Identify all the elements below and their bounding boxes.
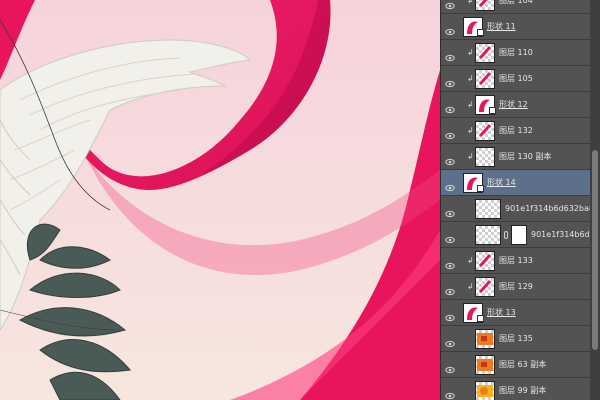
layer-thumbnail[interactable] xyxy=(475,199,501,219)
layer-thumbnail[interactable] xyxy=(475,43,495,63)
layer-name[interactable]: 图层 105 xyxy=(499,66,533,92)
document-canvas[interactable] xyxy=(0,0,440,400)
visibility-eye-icon[interactable] xyxy=(445,230,455,244)
visibility-eye-icon[interactable] xyxy=(445,178,455,192)
layer-thumbnail[interactable] xyxy=(475,381,495,400)
layer-row[interactable]: ↲ 图层 130 副本 xyxy=(441,144,591,170)
clipping-mask-icon: ↲ xyxy=(467,282,474,291)
layer-name[interactable]: 图层 133 xyxy=(499,248,533,274)
vector-mask-icon xyxy=(477,185,484,192)
vector-mask-icon xyxy=(489,107,496,114)
visibility-eye-icon[interactable] xyxy=(445,48,455,62)
clipping-mask-icon: ↲ xyxy=(467,126,474,135)
visibility-eye-icon[interactable] xyxy=(445,308,455,322)
visibility-eye-icon[interactable] xyxy=(445,360,455,374)
layer-row[interactable]: 形状 13 xyxy=(441,300,591,326)
layer-thumbnail[interactable] xyxy=(475,69,495,89)
layer-name[interactable]: 图层 135 xyxy=(499,326,533,352)
layer-thumbnail[interactable] xyxy=(475,329,495,349)
visibility-eye-icon[interactable] xyxy=(445,386,455,400)
visibility-eye-icon[interactable] xyxy=(445,334,455,348)
visibility-eye-icon[interactable] xyxy=(445,22,455,36)
clipping-mask-icon: ↲ xyxy=(467,100,474,109)
vector-mask-icon xyxy=(477,29,484,36)
visibility-eye-icon[interactable] xyxy=(445,74,455,88)
mask-link-icon[interactable] xyxy=(504,231,508,239)
layer-row[interactable]: ↲ 图层 105 xyxy=(441,66,591,92)
artwork xyxy=(0,0,440,400)
layer-name[interactable]: 图层 132 xyxy=(499,118,533,144)
layer-thumbnail[interactable] xyxy=(475,355,495,375)
layer-row[interactable]: 图层 99 副本 xyxy=(441,378,591,400)
layer-row[interactable]: ↲ 图层 110 xyxy=(441,40,591,66)
layers-scrollbar-thumb[interactable] xyxy=(592,150,598,350)
layer-name[interactable]: 图层 63 副本 xyxy=(499,352,546,378)
visibility-eye-icon[interactable] xyxy=(445,126,455,140)
layer-thumbnail[interactable] xyxy=(475,225,501,245)
layer-row[interactable]: ↲ 图层 104 xyxy=(441,0,591,14)
visibility-eye-icon[interactable] xyxy=(445,256,455,270)
visibility-eye-icon[interactable] xyxy=(445,0,455,10)
layer-row[interactable]: 901e1f314b6d63... xyxy=(441,222,600,248)
layer-thumbnail[interactable] xyxy=(475,121,495,141)
layer-thumbnail[interactable] xyxy=(475,277,495,297)
layer-thumbnail[interactable] xyxy=(475,0,495,11)
layer-name[interactable]: 图层 129 xyxy=(499,274,533,300)
clipping-mask-icon: ↲ xyxy=(467,48,474,57)
visibility-eye-icon[interactable] xyxy=(445,152,455,166)
layers-scrollbar[interactable] xyxy=(590,0,600,400)
layer-name[interactable]: 图层 110 xyxy=(499,40,533,66)
layer-row[interactable]: ↲ 图层 132 xyxy=(441,118,591,144)
layer-row[interactable]: 图层 135 xyxy=(441,326,591,352)
layer-row[interactable]: ↲ 形状 12 xyxy=(441,92,591,118)
layer-row[interactable]: 901e1f314b6d632ba84d... xyxy=(441,196,600,222)
clipping-mask-icon: ↲ xyxy=(467,152,474,161)
layer-name[interactable]: 形状 13 xyxy=(487,300,516,326)
layer-name[interactable]: 形状 11 xyxy=(487,14,516,40)
clipping-mask-icon: ↲ xyxy=(467,256,474,265)
layer-row[interactable]: ↲ 图层 129 xyxy=(441,274,591,300)
layer-row[interactable]: ↲ 图层 133 xyxy=(441,248,591,274)
layer-thumbnail[interactable] xyxy=(475,251,495,271)
visibility-eye-icon[interactable] xyxy=(445,282,455,296)
layer-thumbnail[interactable] xyxy=(475,147,495,167)
clipping-mask-icon: ↲ xyxy=(467,0,474,5)
layer-name[interactable]: 图层 130 副本 xyxy=(499,144,551,170)
layer-mask-thumbnail[interactable] xyxy=(511,225,527,245)
clipping-mask-icon: ↲ xyxy=(467,74,474,83)
layer-row[interactable]: 形状 11 xyxy=(441,14,591,40)
layer-name[interactable]: 形状 14 xyxy=(487,170,516,196)
layers-panel[interactable]: ↲ 图层 104 形状 11 ↲ 图层 110 ↲ 图层 105 ↲ 形状 12 ↲ 图层 132 ↲… xyxy=(440,0,600,400)
visibility-eye-icon[interactable] xyxy=(445,100,455,114)
layer-row[interactable]: 形状 14 xyxy=(441,170,591,196)
vector-mask-icon xyxy=(477,315,484,322)
layer-name[interactable]: 图层 104 xyxy=(499,0,533,14)
layer-name[interactable]: 形状 12 xyxy=(499,92,528,118)
layer-name[interactable]: 901e1f314b6d632ba84d... xyxy=(505,196,600,222)
visibility-eye-icon[interactable] xyxy=(445,204,455,218)
layer-row[interactable]: 图层 63 副本 xyxy=(441,352,591,378)
layer-name[interactable]: 图层 99 副本 xyxy=(499,378,546,400)
